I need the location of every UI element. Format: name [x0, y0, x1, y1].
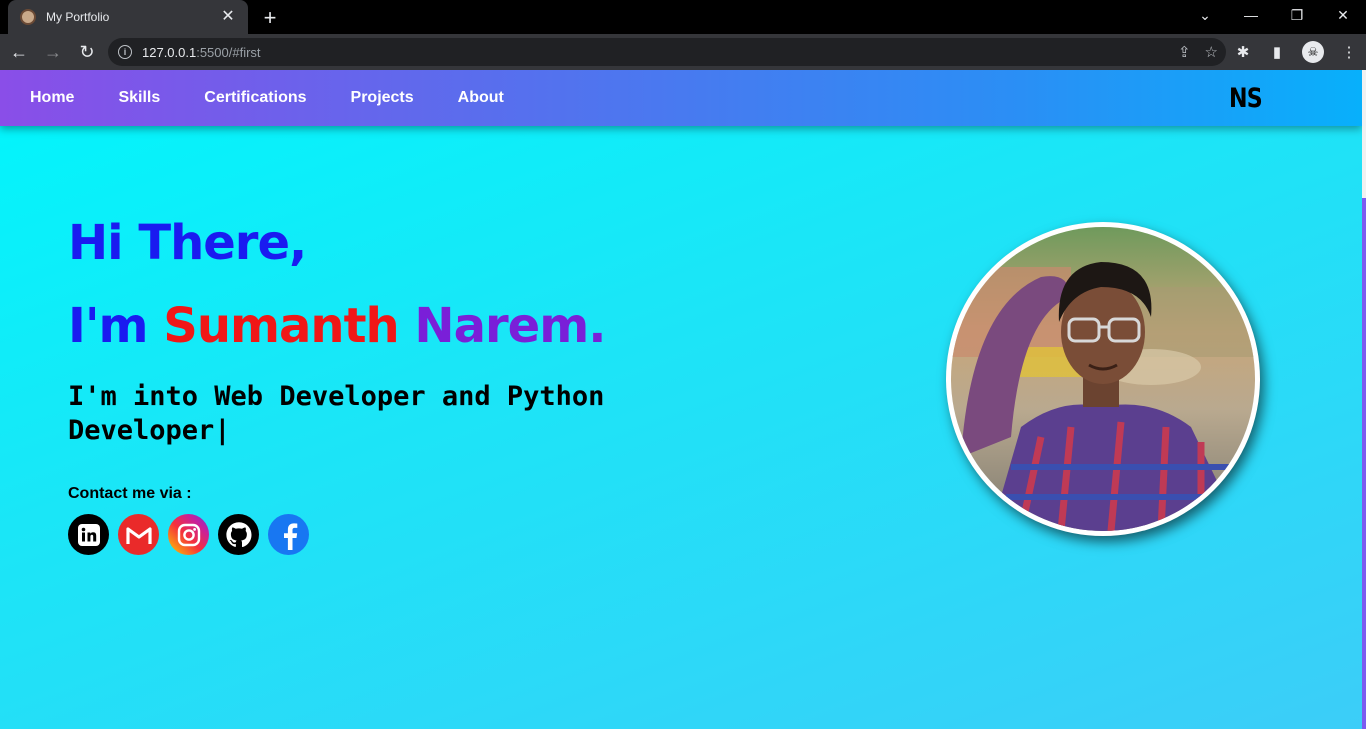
hero-im-prefix: I'm [68, 298, 164, 354]
profile-photo-image [951, 227, 1255, 531]
nav-link-home[interactable]: Home [30, 89, 74, 107]
site-logo[interactable]: NS [1229, 83, 1263, 114]
tab-strip: My Portfolio ✕ + ⌄ — ❐ ✕ [0, 0, 1366, 34]
nav-link-skills[interactable]: Skills [118, 89, 160, 107]
gmail-icon[interactable] [118, 514, 159, 555]
restore-icon[interactable]: ❐ [1274, 0, 1320, 30]
page-viewport: Home Skills Certifications Projects Abou… [0, 70, 1362, 729]
profile-avatar-icon[interactable]: ☠ [1302, 41, 1324, 63]
address-bar[interactable]: i 127.0.0.1:5500/#first ⇪ ☆ [108, 38, 1226, 66]
hero-first-name: Sumanth [163, 298, 399, 354]
window-controls: ⌄ — ❐ ✕ [1182, 0, 1366, 30]
hero-last-name: Narem. [398, 298, 606, 354]
profile-photo [946, 222, 1260, 536]
contact-label: Contact me via : [68, 485, 192, 502]
new-tab-icon[interactable]: + [258, 5, 282, 31]
page-scrollbar[interactable] [1362, 70, 1366, 729]
hero-role-typing: I'm into Web Developer and Python Develo… [68, 381, 605, 446]
forward-icon[interactable]: → [38, 37, 68, 67]
instagram-icon[interactable] [168, 514, 209, 555]
site-info-icon[interactable]: i [118, 45, 132, 59]
minimize-icon[interactable]: — [1228, 0, 1274, 30]
back-icon[interactable]: ← [4, 37, 34, 67]
share-icon[interactable]: ⇪ [1178, 43, 1191, 61]
hero-name-line: I'm Sumanth Narem. [68, 298, 606, 354]
site-navbar: Home Skills Certifications Projects Abou… [0, 70, 1362, 126]
tab-search-icon[interactable]: ⌄ [1182, 0, 1228, 30]
facebook-icon[interactable] [268, 514, 309, 555]
url-path: :5500/#first [196, 44, 261, 60]
browser-toolbar: ← → ↻ i 127.0.0.1:5500/#first ⇪ ☆ ✱ ▮ ☠ … [0, 34, 1366, 70]
close-tab-icon[interactable]: ✕ [220, 9, 236, 25]
extensions-icon[interactable]: ✱ [1234, 43, 1252, 61]
nav-link-projects[interactable]: Projects [351, 89, 414, 107]
menu-kebab-icon[interactable]: ⋮ [1340, 43, 1358, 61]
github-icon[interactable] [218, 514, 259, 555]
hero-greeting: Hi There, [68, 215, 307, 271]
favicon-icon [20, 9, 36, 25]
close-window-icon[interactable]: ✕ [1320, 0, 1366, 30]
browser-tab[interactable]: My Portfolio ✕ [8, 0, 248, 34]
nav-link-about[interactable]: About [458, 89, 504, 107]
nav-link-certifications[interactable]: Certifications [204, 89, 306, 107]
side-panel-icon[interactable]: ▮ [1268, 43, 1286, 61]
bookmark-star-icon[interactable]: ☆ [1205, 43, 1218, 61]
linkedin-icon[interactable] [68, 514, 109, 555]
tab-title: My Portfolio [46, 10, 110, 24]
social-links [68, 514, 309, 555]
url-host: 127.0.0.1 [142, 44, 197, 60]
scrollbar-thumb[interactable] [1362, 198, 1366, 729]
reload-icon[interactable]: ↻ [72, 37, 102, 67]
